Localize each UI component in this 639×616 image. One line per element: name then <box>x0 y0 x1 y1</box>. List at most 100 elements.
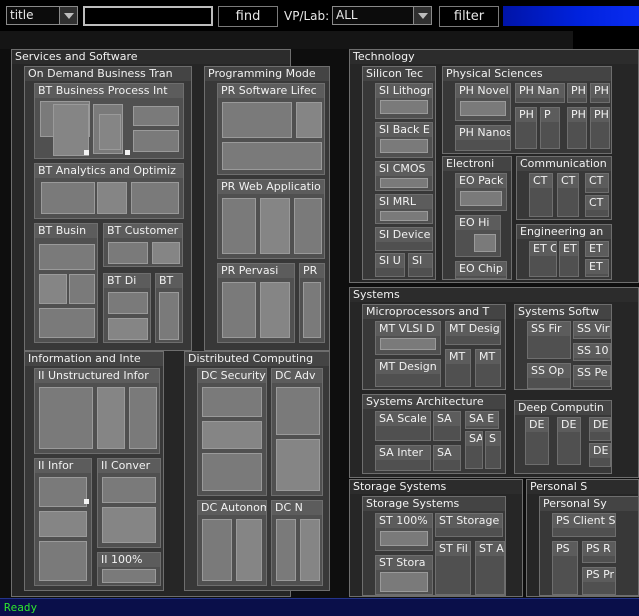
tile-de[interactable]: DE <box>589 443 611 467</box>
tile-ss-op[interactable]: SS Op <box>527 363 571 389</box>
tile-ph-novel[interactable]: PH Novel <box>455 83 511 121</box>
tile-et-c[interactable]: ET C <box>529 241 557 277</box>
tile-sa-scale[interactable]: SA Scale <box>375 411 431 441</box>
leaf-cell[interactable] <box>276 387 320 435</box>
leaf-cell[interactable] <box>260 198 290 254</box>
tile-ph-nanoscience[interactable]: PH Nanos <box>455 125 511 151</box>
tile-si-device[interactable]: SI Device <box>375 227 433 251</box>
leaf-cell[interactable] <box>294 198 322 254</box>
tile-pr-software-lifecycle[interactable]: PR Software Lifec <box>217 83 325 175</box>
tile-mt[interactable]: MT <box>475 349 501 387</box>
tile-bt[interactable]: BT <box>155 273 183 343</box>
group-distributed-computing[interactable]: Distributed Computing DC Security DC Adv… <box>184 351 330 591</box>
group-silicon-technology[interactable]: Silicon Tec SI Lithogr SI Back E SI CMOS… <box>362 66 436 280</box>
leaf-cell[interactable] <box>380 211 428 221</box>
vp-lab-select[interactable]: ALL <box>332 6 432 25</box>
tile-ii-infor[interactable]: II Infor <box>34 458 92 586</box>
leaf-cell[interactable] <box>131 182 179 214</box>
tile-ph[interactable]: PH <box>590 107 610 149</box>
leaf-cell[interactable] <box>202 519 232 581</box>
tile-dc-autonomic[interactable]: DC Autonom <box>197 500 267 586</box>
leaf-cell[interactable] <box>159 292 179 340</box>
tile-mt-desig[interactable]: MT Desig <box>445 321 501 345</box>
tile-eo-hi[interactable]: EO Hi <box>455 215 501 257</box>
leaf-cell[interactable] <box>152 242 180 264</box>
tile-ss-fir[interactable]: SS Fir <box>527 321 571 359</box>
tile-de[interactable]: DE <box>557 417 581 465</box>
tile-bt-customer[interactable]: BT Customer <box>103 223 183 267</box>
tile-ss-virt[interactable]: SS Virt <box>573 321 611 339</box>
group-information-integration[interactable]: Information and Inte II Unstructured Inf… <box>24 351 164 591</box>
leaf-cell[interactable] <box>380 338 436 350</box>
leaf-cell[interactable] <box>276 439 320 491</box>
leaf-cell[interactable] <box>380 100 428 114</box>
leaf-cell[interactable] <box>97 387 125 449</box>
group-personal-systems[interactable]: Personal Sy PS Client S PS PS R PS Pr <box>539 496 639 596</box>
tile-s[interactable]: S <box>485 431 501 469</box>
chevron-down-icon[interactable] <box>59 7 77 24</box>
tile-sa-inter[interactable]: SA Inter <box>375 445 431 471</box>
group-communication[interactable]: Communication CT CT CT CT <box>516 156 612 220</box>
leaf-cell[interactable] <box>202 421 262 449</box>
tile-st-stora[interactable]: ST Stora <box>375 555 433 595</box>
tile-de[interactable]: DE <box>589 417 611 441</box>
tile-de[interactable]: DE <box>525 417 549 465</box>
leaf-cell[interactable] <box>39 244 95 270</box>
tile-ph[interactable]: PH <box>567 83 587 103</box>
group-storage-systems[interactable]: Storage Systems ST 100% ST Storage ST St… <box>362 496 506 596</box>
leaf-cell[interactable] <box>102 569 156 583</box>
leaf-cell[interactable] <box>39 387 93 449</box>
group-on-demand-business[interactable]: On Demand Business Tran BT Business Proc… <box>24 66 192 351</box>
tile-sa[interactable]: SA <box>433 445 461 471</box>
tile-st-100[interactable]: ST 100% <box>375 513 433 551</box>
leaf-cell[interactable] <box>53 104 89 156</box>
tile-sa[interactable]: SA <box>433 411 461 441</box>
tile-ct[interactable]: CT <box>557 173 579 217</box>
leaf-cell[interactable] <box>202 453 262 491</box>
leaf-cell[interactable] <box>222 198 256 254</box>
tile-p[interactable]: P <box>540 107 560 149</box>
search-input[interactable] <box>83 6 213 26</box>
leaf-cell[interactable] <box>41 182 95 214</box>
tile-dc-security[interactable]: DC Security <box>197 368 267 496</box>
group-storage[interactable]: Storage Systems Storage Systems ST 100% … <box>349 479 523 597</box>
leaf-cell[interactable] <box>296 102 322 138</box>
tile-ps-r[interactable]: PS R <box>582 541 616 563</box>
tile-bt-busin[interactable]: BT Busin <box>34 223 98 343</box>
leaf-cell[interactable] <box>133 106 179 126</box>
leaf-cell[interactable] <box>102 477 156 503</box>
leaf-cell[interactable] <box>39 511 87 537</box>
tile-ph-nan[interactable]: PH Nan <box>515 83 565 103</box>
leaf-cell[interactable] <box>39 274 67 304</box>
group-deep-computing[interactable]: Deep Computin DE DE DE DE <box>514 400 612 474</box>
tile-ii-conver[interactable]: II Conver <box>97 458 161 548</box>
tile-ph[interactable]: PH <box>567 107 587 149</box>
leaf-cell[interactable] <box>460 101 506 116</box>
find-button[interactable]: find <box>218 6 278 27</box>
leaf-cell[interactable] <box>380 572 428 592</box>
tile-ph[interactable]: PH <box>515 107 537 149</box>
group-technology[interactable]: Technology Silicon Tec SI Lithogr SI Bac… <box>349 49 639 283</box>
leaf-cell[interactable] <box>39 477 87 507</box>
field-select[interactable]: title <box>6 6 78 25</box>
leaf-cell[interactable] <box>303 282 321 338</box>
tile-st-fil[interactable]: ST Fil <box>435 541 471 595</box>
tile-bt-business-process[interactable]: BT Business Process Int <box>34 83 184 159</box>
tile-ps[interactable]: PS <box>552 541 578 595</box>
tile-dc-adv[interactable]: DC Adv <box>271 368 323 496</box>
tile-bt-di[interactable]: BT Di <box>103 273 151 343</box>
leaf-cell[interactable] <box>474 234 496 252</box>
group-electronic[interactable]: Electroni EO Pack EO Hi EO Chip <box>442 156 512 280</box>
tile-pr-web-application[interactable]: PR Web Applicatio <box>217 179 325 259</box>
tile-et[interactable]: ET <box>585 259 609 277</box>
leaf-cell[interactable] <box>108 292 148 314</box>
group-programming-model[interactable]: Programming Mode PR Software Lifec PR We… <box>204 66 330 351</box>
leaf-cell[interactable] <box>133 130 179 152</box>
leaf-cell[interactable] <box>236 519 262 581</box>
tile-et[interactable]: ET <box>585 241 609 257</box>
leaf-cell[interactable] <box>300 519 320 581</box>
group-physical-sciences[interactable]: Physical Sciences PH Novel PH Nan PH PH … <box>442 66 612 154</box>
leaf-cell[interactable] <box>99 114 121 150</box>
group-microprocessors[interactable]: Microprocessors and T MT VLSI D MT Desig… <box>362 304 506 390</box>
tile-bt-analytics[interactable]: BT Analytics and Optimiz <box>34 163 184 219</box>
